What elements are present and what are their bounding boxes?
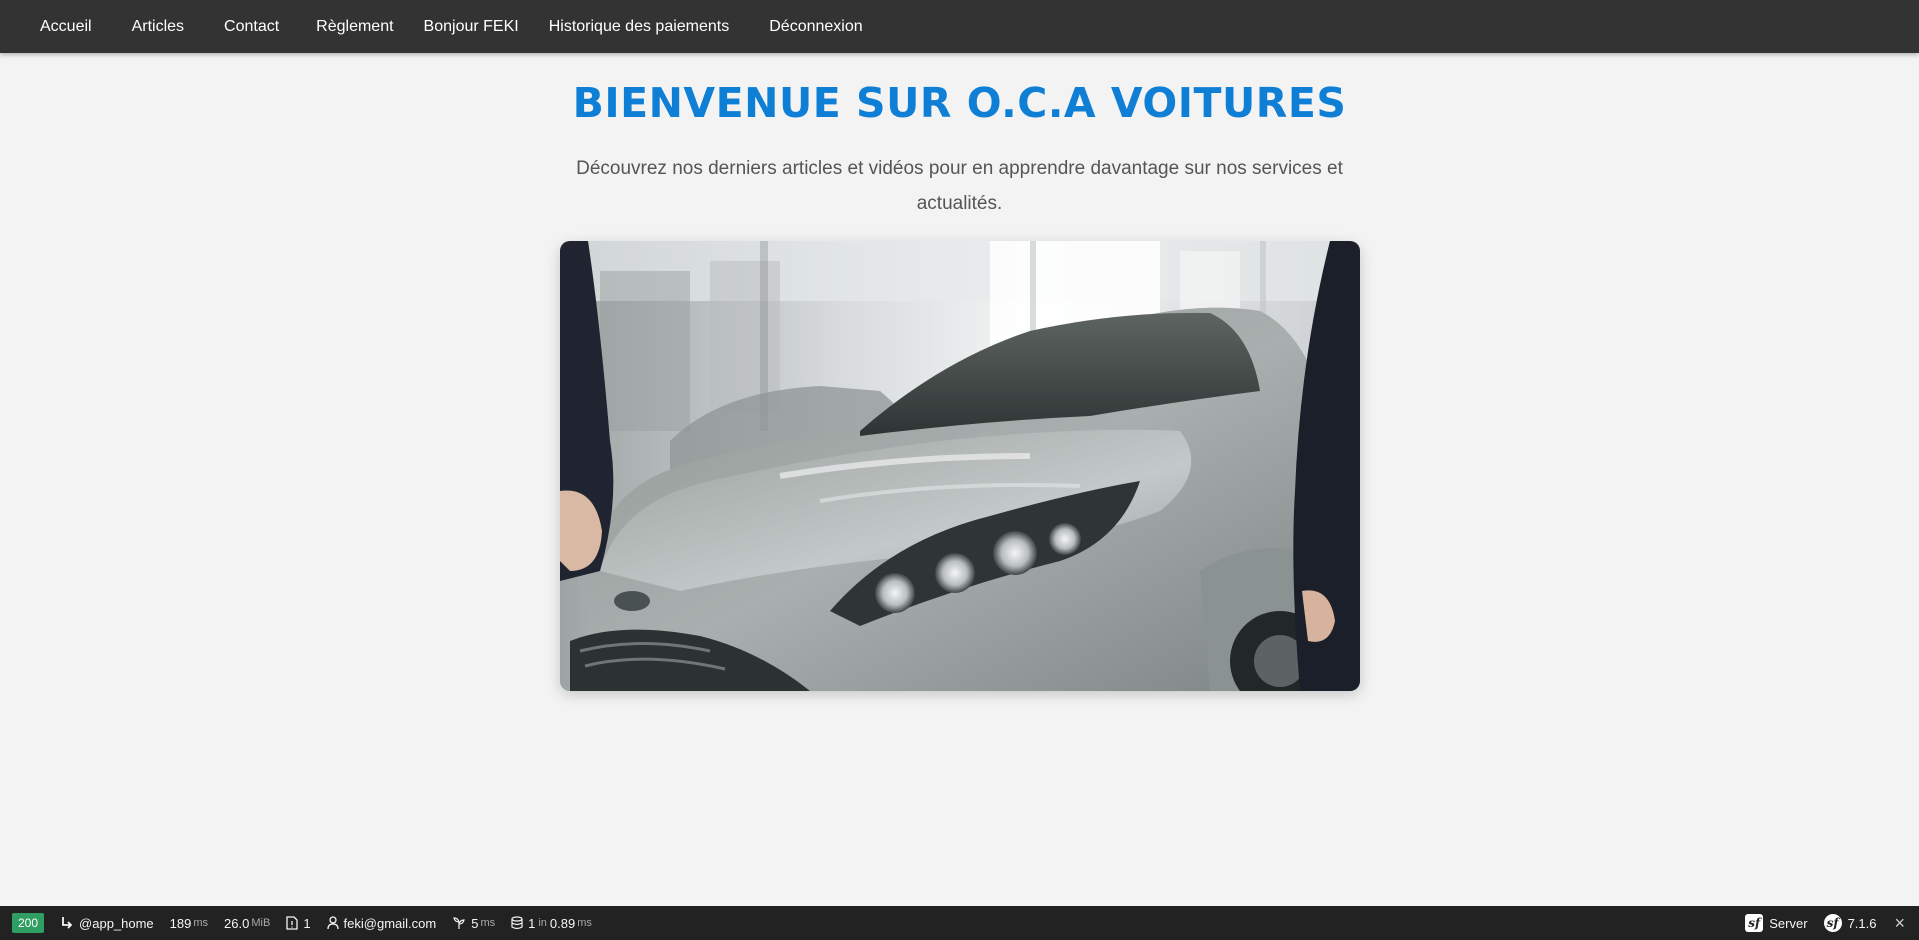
nav-link-reglement[interactable]: Règlement xyxy=(316,0,393,53)
twig-leaf-icon xyxy=(452,916,466,930)
symfony-version: 7.1.6 xyxy=(1847,915,1877,931)
status-badge: 200 xyxy=(12,913,45,933)
user-email: feki@gmail.com xyxy=(343,915,437,931)
nav-link-logout[interactable]: Déconnexion xyxy=(769,0,862,53)
user-icon xyxy=(326,916,339,930)
db-unit: ms xyxy=(577,917,592,929)
twig-unit: ms xyxy=(480,917,496,929)
intro-text: Découvrez nos derniers articles et vidéo… xyxy=(576,158,1343,214)
page-title: BIENVENUE SUR O.C.A VOITURES xyxy=(572,79,1347,127)
toolbar-user[interactable]: feki@gmail.com xyxy=(319,906,445,940)
car-photo-icon xyxy=(560,241,1360,691)
toolbar-memory[interactable]: 26.0 MiB xyxy=(216,906,278,940)
toolbar-route[interactable]: @app_home xyxy=(52,906,162,940)
route-name: @app_home xyxy=(79,915,154,931)
toolbar-time[interactable]: 189 ms xyxy=(162,906,216,940)
database-icon xyxy=(511,916,523,930)
twig-value: 5 xyxy=(471,915,479,931)
symfony-server-icon: sf xyxy=(1745,914,1764,932)
main-navbar: Accueil Articles Contact Règlement Bonjo… xyxy=(0,0,1919,53)
toolbar-logs[interactable]: 1 xyxy=(278,906,318,940)
debug-toolbar: 200 @app_home 189 ms 26.0 MiB 1 feki@gma… xyxy=(0,906,1919,940)
nav-link-payment-history[interactable]: Historique des paiements xyxy=(549,0,730,53)
logs-count: 1 xyxy=(303,915,311,931)
route-arrow-icon xyxy=(60,916,74,930)
symfony-logo-icon: sf xyxy=(1823,914,1842,932)
toolbar-server[interactable]: sf Server xyxy=(1737,906,1815,940)
nav-link-greeting[interactable]: Bonjour FEKI xyxy=(424,0,519,53)
memory-unit: MiB xyxy=(251,917,271,929)
toolbar-status[interactable]: 200 xyxy=(0,906,52,940)
log-file-icon xyxy=(286,916,298,930)
db-time: 0.89 xyxy=(549,915,576,931)
main-content: BIENVENUE SUR O.C.A VOITURES Découvrez n… xyxy=(0,53,1919,221)
db-in-label: in xyxy=(538,917,547,929)
toolbar-twig[interactable]: 5 ms xyxy=(444,906,503,940)
time-value: 189 xyxy=(169,915,192,931)
db-queries: 1 xyxy=(528,915,536,931)
toolbar-version[interactable]: sf 7.1.6 xyxy=(1816,906,1885,940)
close-toolbar-icon[interactable]: × xyxy=(1884,913,1919,934)
memory-value: 26.0 xyxy=(224,915,250,931)
server-label: Server xyxy=(1769,915,1808,931)
nav-link-contact[interactable]: Contact xyxy=(224,0,279,53)
hero-image xyxy=(560,241,1360,691)
toolbar-database[interactable]: 1 in 0.89 ms xyxy=(503,906,600,940)
nav-link-home[interactable]: Accueil xyxy=(40,0,92,53)
time-unit: ms xyxy=(193,917,209,929)
nav-link-articles[interactable]: Articles xyxy=(132,0,184,53)
